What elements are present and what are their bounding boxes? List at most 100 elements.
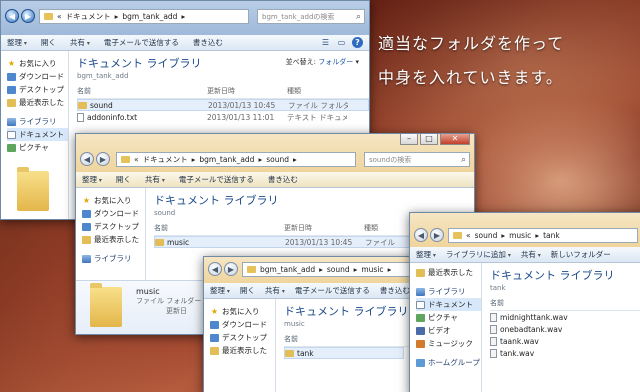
email-button[interactable]: 電子メールで送信する: [295, 285, 370, 296]
breadcrumb-bgm-tank-add[interactable]: bgm_tank_add: [122, 12, 177, 21]
titlebar[interactable]: ◀ ▶ « sound ▸ music ▸ tank: [410, 213, 640, 247]
organize-button[interactable]: 整理: [82, 174, 102, 185]
burn-button[interactable]: 書き込む: [380, 285, 410, 296]
breadcrumb-separator[interactable]: ▸: [115, 12, 119, 21]
breadcrumb-documents[interactable]: ドキュメント: [66, 11, 111, 22]
back-arrow-icon[interactable]: ◀: [414, 228, 428, 242]
open-button[interactable]: 開く: [240, 285, 255, 296]
column-date[interactable]: 更新日時: [207, 86, 287, 96]
breadcrumb-separator[interactable]: ▸: [181, 12, 185, 21]
file-row-tank[interactable]: tank: [284, 347, 404, 359]
breadcrumb-overflow[interactable]: «: [466, 231, 471, 240]
sidebar-item-recent[interactable]: 最近表示した: [82, 233, 145, 246]
file-row-tank[interactable]: tank.wav: [490, 347, 640, 359]
explorer-window-tank[interactable]: ◀ ▶ « sound ▸ music ▸ tank 整理 ライブラリに追加 共…: [409, 212, 640, 392]
search-input[interactable]: bgm_tank_addの検索: [257, 9, 365, 24]
sidebar-item-pictures[interactable]: ピクチャ: [416, 311, 481, 324]
sidebar-item-favorites[interactable]: ★ お気に入り: [210, 305, 275, 318]
titlebar[interactable]: ◀ ▶ bgm_tank_add ▸ sound ▸ music ▸: [204, 257, 412, 283]
preview-pane-icon[interactable]: ▭: [336, 37, 347, 48]
close-icon[interactable]: ✕: [440, 134, 470, 145]
breadcrumb-sound[interactable]: sound: [266, 155, 289, 164]
breadcrumb-overflow[interactable]: «: [57, 12, 62, 21]
address-bar[interactable]: « ドキュメント ▸ bgm_tank_add ▸: [39, 9, 249, 24]
share-button[interactable]: 共有: [265, 285, 285, 296]
new-folder-button[interactable]: 新しいフォルダー: [551, 249, 611, 260]
breadcrumb-separator[interactable]: ▸: [319, 265, 323, 274]
column-name[interactable]: 名前: [77, 86, 207, 96]
back-arrow-icon[interactable]: ◀: [208, 262, 222, 276]
add-to-library-button[interactable]: ライブラリに追加: [446, 249, 511, 260]
breadcrumb-bgm-tank-add[interactable]: bgm_tank_add: [260, 265, 315, 274]
sidebar-item-favorites[interactable]: ★ お気に入り: [7, 57, 68, 70]
file-row-taank[interactable]: taank.wav: [490, 335, 640, 347]
sidebar-item-downloads[interactable]: ダウンロード: [7, 70, 68, 83]
breadcrumb-separator[interactable]: ▸: [354, 265, 358, 274]
view-options-icon[interactable]: ☰: [320, 37, 331, 48]
sidebar-item-downloads[interactable]: ダウンロード: [210, 318, 275, 331]
sidebar-item-homegroup[interactable]: ホームグループ: [416, 356, 481, 369]
open-button[interactable]: 開く: [41, 37, 56, 48]
breadcrumb-bgm-tank-add[interactable]: bgm_tank_add: [199, 155, 254, 164]
sidebar-item-pictures[interactable]: ピクチャ: [7, 141, 68, 154]
sidebar-item-documents[interactable]: ドキュメント: [416, 298, 481, 311]
breadcrumb-music[interactable]: music: [509, 231, 531, 240]
address-bar[interactable]: bgm_tank_add ▸ sound ▸ music ▸: [242, 262, 410, 277]
sidebar-item-desktop[interactable]: デスクトップ: [210, 331, 275, 344]
back-arrow-icon[interactable]: ◀: [80, 152, 94, 166]
address-bar[interactable]: « ドキュメント ▸ bgm_tank_add ▸ sound ▸: [116, 152, 356, 167]
sidebar-item-libraries[interactable]: ライブラリ: [7, 115, 68, 128]
column-date[interactable]: 更新日時: [284, 223, 364, 233]
arrange-by-dropdown[interactable]: フォルダー: [318, 58, 353, 66]
file-row-sound[interactable]: sound 2013/01/13 10:45 ファイル フォルダー: [77, 99, 369, 111]
share-button[interactable]: 共有: [70, 37, 90, 48]
arrange-by[interactable]: 並べ替え: フォルダー ▾: [286, 57, 359, 67]
titlebar[interactable]: ◀ ▶ « ドキュメント ▸ bgm_tank_add ▸ bgm_tank_a…: [1, 1, 369, 35]
file-row-midnighttank[interactable]: midnighttank.wav: [490, 311, 640, 323]
open-button[interactable]: 開く: [116, 174, 131, 185]
sidebar-item-libraries[interactable]: ライブラリ: [416, 285, 481, 298]
explorer-window-music[interactable]: ◀ ▶ bgm_tank_add ▸ sound ▸ music ▸ 整理 開く…: [203, 256, 413, 392]
search-input[interactable]: soundの検索: [364, 152, 470, 167]
organize-button[interactable]: 整理: [416, 249, 436, 260]
file-row-addoninfo[interactable]: addoninfo.txt 2013/01/13 11:01 テキスト ドキュメ…: [77, 111, 369, 123]
sidebar-item-desktop[interactable]: デスクトップ: [82, 220, 145, 233]
breadcrumb-sound[interactable]: sound: [475, 231, 498, 240]
minimize-icon[interactable]: –: [400, 134, 418, 145]
sidebar-item-recent[interactable]: 最近表示した: [7, 96, 68, 109]
breadcrumb-separator[interactable]: ▸: [535, 231, 539, 240]
column-name[interactable]: 名前: [284, 334, 412, 344]
address-bar[interactable]: « sound ▸ music ▸ tank: [448, 228, 638, 243]
breadcrumb-separator[interactable]: ▸: [192, 155, 196, 164]
burn-button[interactable]: 書き込む: [193, 37, 223, 48]
sidebar-item-recent[interactable]: 最近表示した: [210, 344, 275, 357]
sidebar-item-desktop[interactable]: デスクトップ: [7, 83, 68, 96]
breadcrumb-separator[interactable]: ▸: [293, 155, 297, 164]
sidebar-item-documents[interactable]: ドキュメント: [7, 128, 68, 141]
share-button[interactable]: 共有: [145, 174, 165, 185]
titlebar[interactable]: – □ ✕ ◀ ▶ « ドキュメント ▸ bgm_tank_add ▸ soun…: [76, 134, 474, 172]
back-arrow-icon[interactable]: ◀: [5, 9, 19, 23]
email-button[interactable]: 電子メールで送信する: [179, 174, 254, 185]
breadcrumb-separator[interactable]: ▸: [501, 231, 505, 240]
burn-button[interactable]: 書き込む: [268, 174, 298, 185]
column-type[interactable]: 種類: [287, 86, 347, 96]
file-row-onebadtank[interactable]: onebadtank.wav: [490, 323, 640, 335]
forward-arrow-icon[interactable]: ▶: [224, 262, 238, 276]
sidebar-item-downloads[interactable]: ダウンロード: [82, 207, 145, 220]
help-icon[interactable]: ?: [352, 37, 363, 48]
column-name[interactable]: 名前: [490, 298, 620, 308]
sidebar-item-recent[interactable]: 最近表示した: [416, 266, 481, 279]
column-name[interactable]: 名前: [154, 223, 284, 233]
share-button[interactable]: 共有: [521, 249, 541, 260]
breadcrumb-overflow[interactable]: «: [134, 155, 139, 164]
sidebar-item-videos[interactable]: ビデオ: [416, 324, 481, 337]
maximize-icon[interactable]: □: [420, 134, 438, 145]
sidebar-item-libraries[interactable]: ライブラリ: [82, 252, 145, 265]
sidebar-item-favorites[interactable]: ★ お気に入り: [82, 194, 145, 207]
breadcrumb-sound[interactable]: sound: [327, 265, 350, 274]
sidebar-item-music[interactable]: ミュージック: [416, 337, 481, 350]
breadcrumb-separator[interactable]: ▸: [258, 155, 262, 164]
breadcrumb-separator[interactable]: ▸: [388, 265, 392, 274]
organize-button[interactable]: 整理: [7, 37, 27, 48]
